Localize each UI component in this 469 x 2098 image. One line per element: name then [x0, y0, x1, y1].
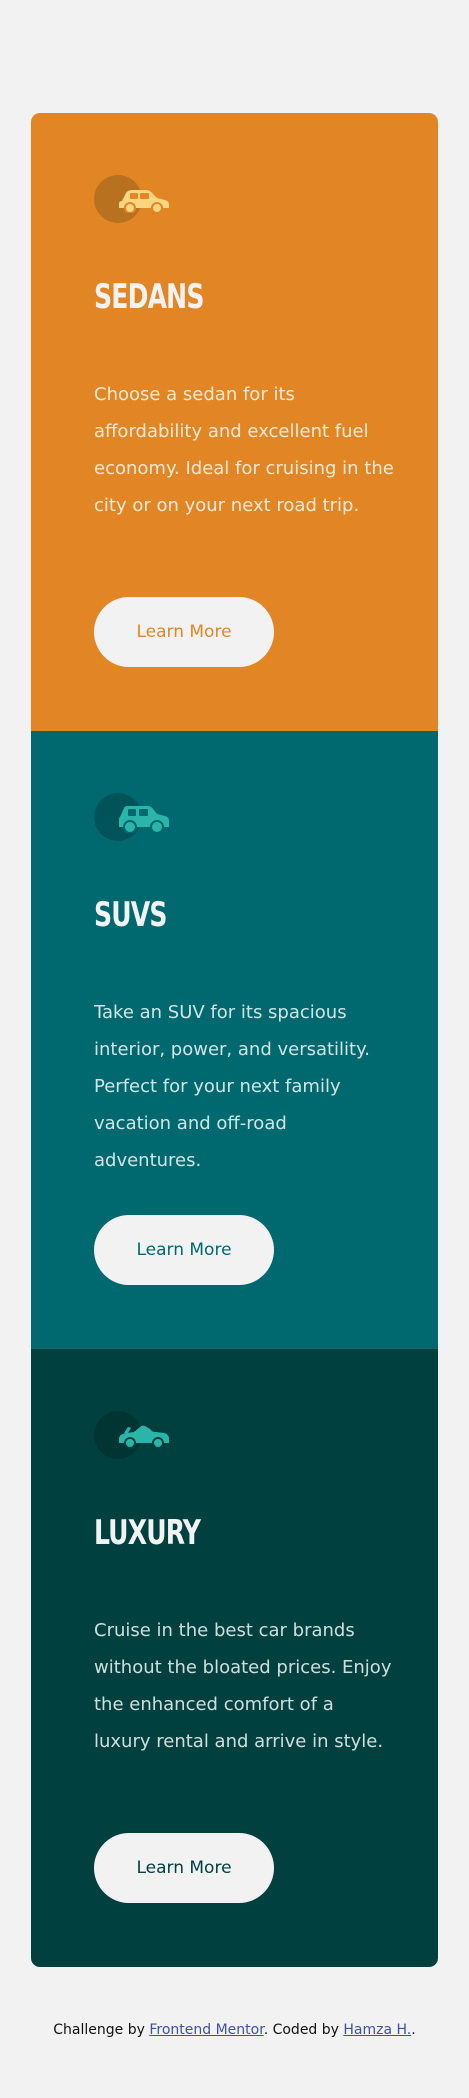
card-description: Cruise in the best car brands without th…	[94, 1620, 392, 1752]
learn-more-button-sedans[interactable]: Learn More	[94, 597, 274, 667]
card-description: Choose a sedan for its affordability and…	[94, 384, 394, 516]
learn-more-button-suvs[interactable]: Learn More	[94, 1215, 274, 1285]
sedan-car-icon-svg	[119, 190, 169, 213]
card-title: LUXURY	[94, 1513, 201, 1553]
card-title: SEDANS	[94, 277, 204, 317]
sedan-car-icon	[94, 175, 169, 223]
luxury-car-icon-svg	[119, 1425, 169, 1449]
attribution-suffix: .	[411, 2022, 416, 2038]
card-sedans: SEDANS Choose a sedan for its affordabil…	[31, 113, 438, 731]
luxury-car-icon	[94, 1411, 169, 1459]
learn-more-button-luxury[interactable]: Learn More	[94, 1833, 274, 1903]
card-title: SUVS	[94, 895, 167, 935]
card-description: Take an SUV for its spacious interior, p…	[94, 1002, 370, 1171]
suv-car-icon-svg	[119, 806, 169, 833]
attribution-prefix: Challenge by	[53, 2022, 150, 2038]
author-link[interactable]: Hamza H.	[343, 2022, 411, 2038]
attribution-middle: . Coded by	[263, 2022, 344, 2038]
frontend-mentor-link[interactable]: Frontend Mentor	[149, 2022, 263, 2038]
card-suvs: SUVS Take an SUV for its spacious interi…	[31, 731, 438, 1349]
card-luxury: LUXURY Cruise in the best car brands wit…	[31, 1349, 438, 1967]
attribution: Challenge by Frontend Mentor. Coded by H…	[0, 2022, 469, 2038]
cards-container: SEDANS Choose a sedan for its affordabil…	[31, 113, 438, 1967]
suv-car-icon	[94, 793, 169, 841]
